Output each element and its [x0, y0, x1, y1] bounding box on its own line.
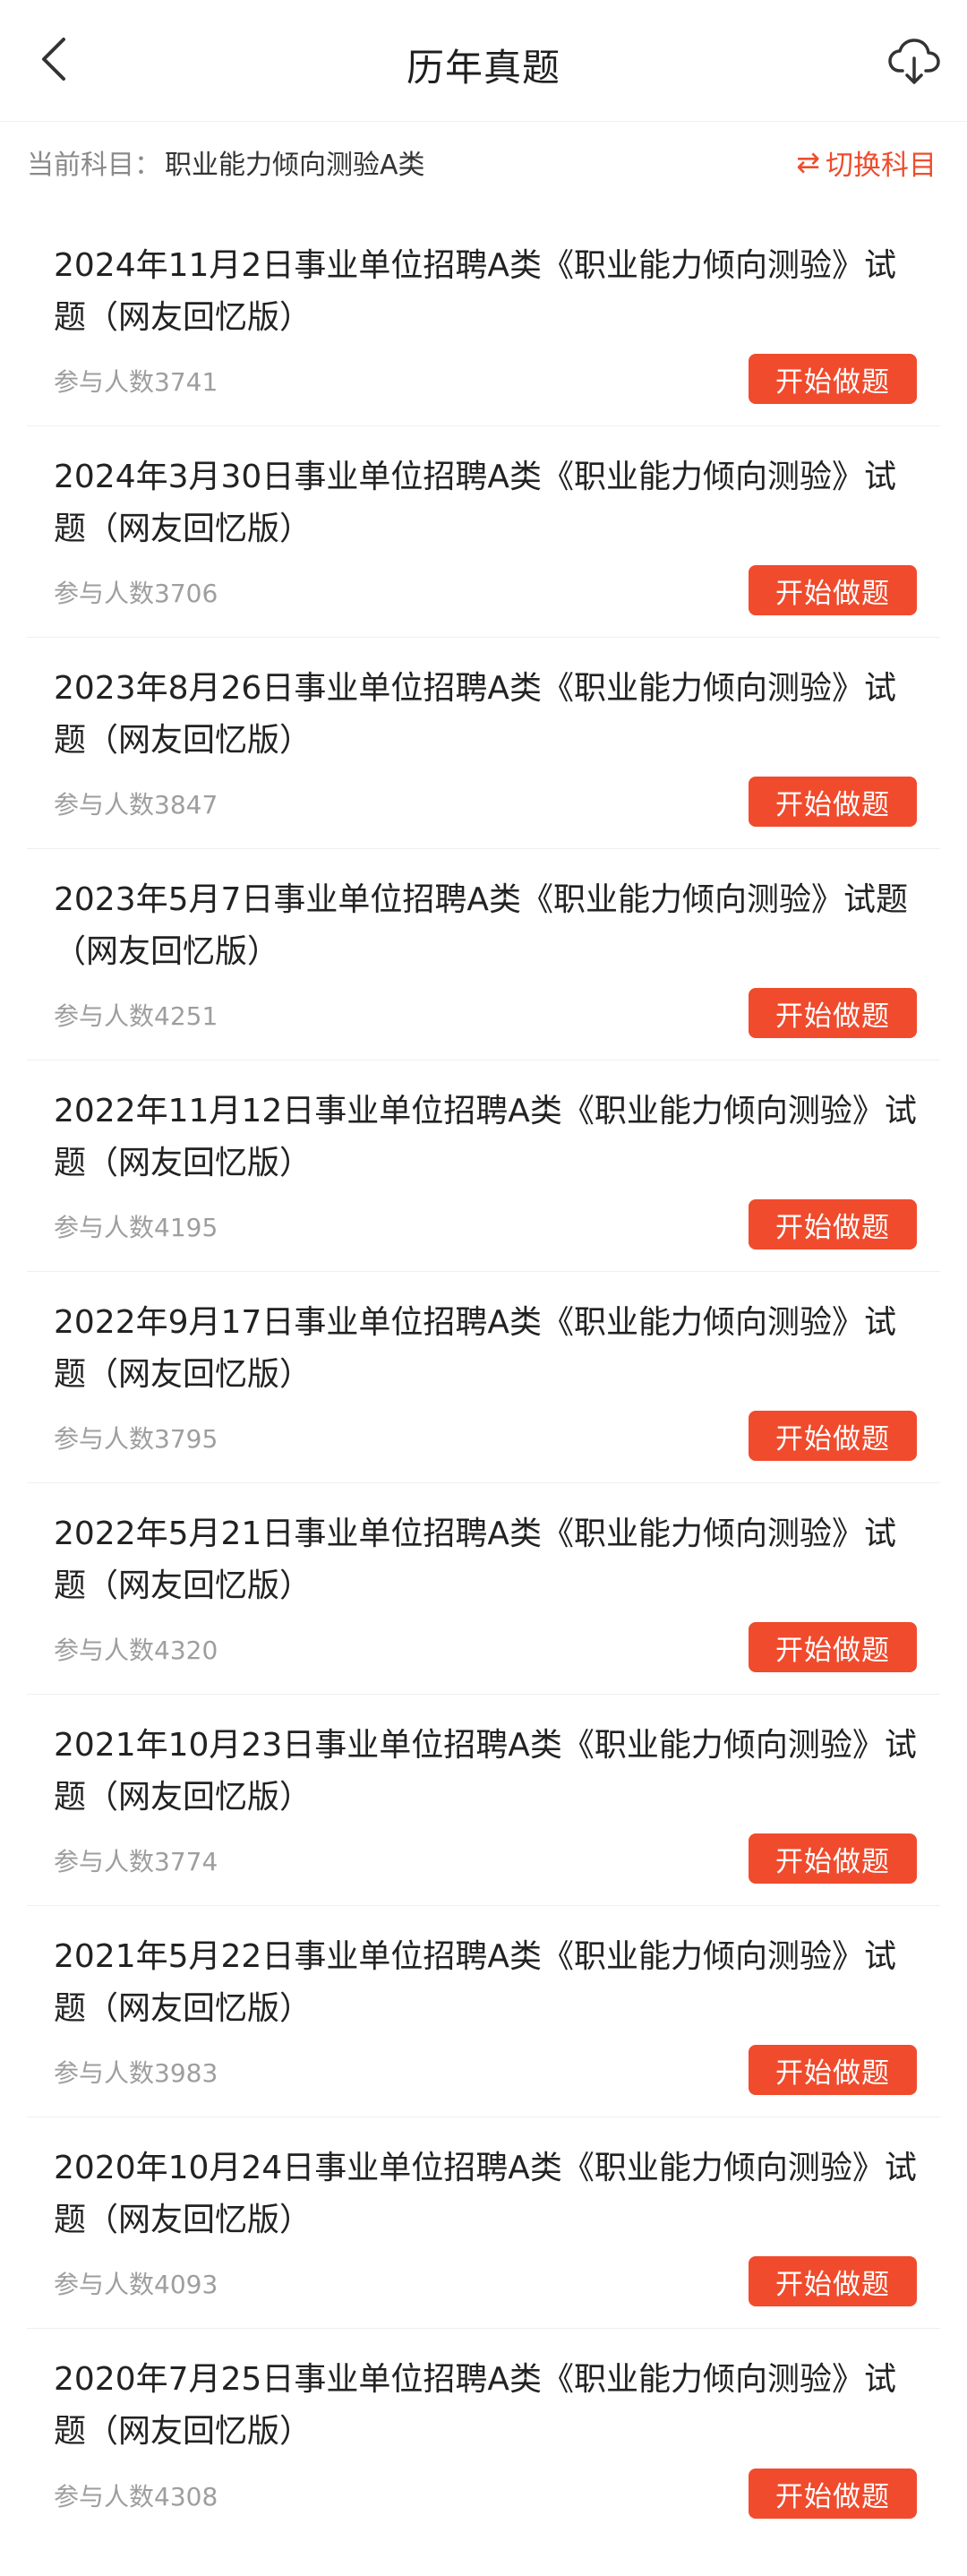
switch-subject-label: 切换科目 [826, 149, 937, 182]
switch-subject-button[interactable]: ⇄ 切换科目 [796, 122, 937, 202]
exam-list-item: 2023年5月7日事业单位招聘A类《职业能力倾向测验》试题（网友回忆版） 参与人… [27, 849, 940, 1060]
start-practice-button[interactable]: 开始做题 [749, 565, 917, 615]
exam-list-item: 2020年10月24日事业单位招聘A类《职业能力倾向测验》试题（网友回忆版） 参… [27, 2117, 940, 2329]
exam-list-item: 2022年5月21日事业单位招聘A类《职业能力倾向测验》试题（网友回忆版） 参与… [27, 1483, 940, 1695]
participant-count: 参与人数4093 [54, 2270, 218, 2299]
cloud-download-icon [888, 39, 940, 84]
current-subject-value: 职业能力倾向测验A类 [165, 150, 425, 181]
top-bar: 历年真题 [0, 0, 967, 122]
exam-title[interactable]: 2020年7月25日事业单位招聘A类《职业能力倾向测验》试题（网友回忆版） [54, 2329, 917, 2458]
exam-title[interactable]: 2022年11月12日事业单位招聘A类《职业能力倾向测验》试题（网友回忆版） [54, 1060, 917, 1189]
current-subject-label: 当前科目： [27, 150, 161, 181]
exam-list: 2024年11月2日事业单位招聘A类《职业能力倾向测验》试题（网友回忆版） 参与… [0, 215, 967, 2540]
exam-list-item: 2024年3月30日事业单位招聘A类《职业能力倾向测验》试题（网友回忆版） 参与… [27, 426, 940, 638]
start-practice-button[interactable]: 开始做题 [749, 1622, 917, 1672]
exam-list-item: 2024年11月2日事业单位招聘A类《职业能力倾向测验》试题（网友回忆版） 参与… [27, 215, 940, 426]
participant-count: 参与人数3795 [54, 1424, 218, 1454]
exam-list-item: 2020年7月25日事业单位招聘A类《职业能力倾向测验》试题（网友回忆版） 参与… [27, 2329, 940, 2540]
start-practice-button[interactable]: 开始做题 [749, 988, 917, 1038]
participant-count: 参与人数3983 [54, 2058, 218, 2088]
download-button[interactable] [883, 30, 946, 93]
participant-count: 参与人数3774 [54, 1847, 218, 1876]
page-title: 历年真题 [406, 46, 561, 90]
exam-title[interactable]: 2024年3月30日事业单位招聘A类《职业能力倾向测验》试题（网友回忆版） [54, 426, 917, 555]
participant-count: 参与人数3847 [54, 790, 218, 820]
start-practice-button[interactable]: 开始做题 [749, 777, 917, 827]
participant-count: 参与人数4195 [54, 1213, 218, 1242]
exam-list-item: 2021年10月23日事业单位招聘A类《职业能力倾向测验》试题（网友回忆版） 参… [27, 1695, 940, 1906]
exam-list-item: 2022年11月12日事业单位招聘A类《职业能力倾向测验》试题（网友回忆版） 参… [27, 1060, 940, 1272]
start-practice-button[interactable]: 开始做题 [749, 1411, 917, 1461]
exam-title[interactable]: 2023年8月26日事业单位招聘A类《职业能力倾向测验》试题（网友回忆版） [54, 638, 917, 767]
exam-title[interactable]: 2020年10月24日事业单位招聘A类《职业能力倾向测验》试题（网友回忆版） [54, 2117, 917, 2246]
start-practice-button[interactable]: 开始做题 [749, 354, 917, 404]
participant-count: 参与人数4251 [54, 1001, 218, 1031]
participant-count: 参与人数3741 [54, 367, 218, 397]
exam-title[interactable]: 2022年5月21日事业单位招聘A类《职业能力倾向测验》试题（网友回忆版） [54, 1483, 917, 1612]
exam-list-item: 2023年8月26日事业单位招聘A类《职业能力倾向测验》试题（网友回忆版） 参与… [27, 638, 940, 849]
start-practice-button[interactable]: 开始做题 [749, 2256, 917, 2306]
exam-title[interactable]: 2021年10月23日事业单位招聘A类《职业能力倾向测验》试题（网友回忆版） [54, 1695, 917, 1824]
exam-list-item: 2021年5月22日事业单位招聘A类《职业能力倾向测验》试题（网友回忆版） 参与… [27, 1906, 940, 2117]
participant-count: 参与人数4320 [54, 1636, 218, 1665]
exam-list-item: 2022年9月17日事业单位招聘A类《职业能力倾向测验》试题（网友回忆版） 参与… [27, 1272, 940, 1483]
participant-count: 参与人数4308 [54, 2482, 218, 2512]
current-subject-bar: 当前科目： 职业能力倾向测验A类 ⇄ 切换科目 [0, 122, 967, 202]
swap-arrows-icon: ⇄ [796, 145, 820, 179]
participant-count: 参与人数3706 [54, 579, 218, 608]
start-practice-button[interactable]: 开始做题 [749, 2045, 917, 2095]
start-practice-button[interactable]: 开始做题 [749, 1833, 917, 1884]
exam-title[interactable]: 2021年5月22日事业单位招聘A类《职业能力倾向测验》试题（网友回忆版） [54, 1906, 917, 2035]
exam-title[interactable]: 2023年5月7日事业单位招聘A类《职业能力倾向测验》试题（网友回忆版） [54, 849, 917, 978]
start-practice-button[interactable]: 开始做题 [749, 2469, 917, 2519]
exam-title[interactable]: 2022年9月17日事业单位招聘A类《职业能力倾向测验》试题（网友回忆版） [54, 1272, 917, 1401]
exam-title[interactable]: 2024年11月2日事业单位招聘A类《职业能力倾向测验》试题（网友回忆版） [54, 215, 917, 344]
start-practice-button[interactable]: 开始做题 [749, 1199, 917, 1249]
